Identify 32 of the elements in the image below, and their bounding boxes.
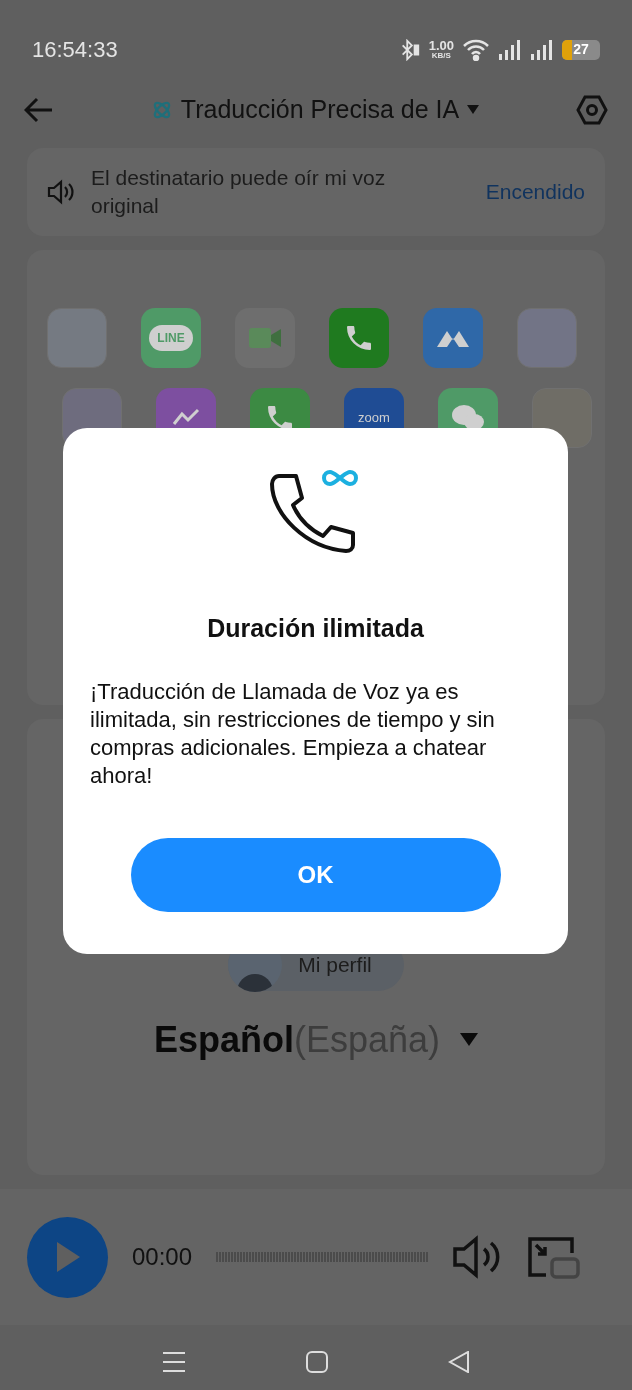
profile-label: Mi perfil	[298, 952, 372, 979]
language-name: Español	[153, 1019, 294, 1060]
app-icon-label: zoom	[358, 409, 390, 428]
voice-setting-value[interactable]: Encendido	[485, 176, 585, 208]
home-square-icon[interactable]	[306, 1350, 328, 1373]
dialog-title: Duración ilimitada	[207, 613, 424, 644]
status-time: 16:54:33	[32, 36, 118, 64]
app-icon[interactable]	[329, 308, 389, 368]
signal-icon	[498, 38, 522, 61]
playback-time: 00:00	[132, 1242, 193, 1272]
back-arrow-icon[interactable]	[24, 97, 54, 123]
network-speed-unit: KB/S	[431, 52, 451, 60]
voice-setting-label: El destinatario puede oír mi voz original	[91, 165, 387, 219]
header-title[interactable]: Traducción Precisa de IA	[180, 91, 460, 129]
network-speed: 1.00	[428, 39, 454, 52]
battery-level: 27	[573, 40, 589, 59]
ok-button[interactable]: OK	[130, 837, 501, 912]
signal-icon	[530, 38, 554, 61]
battery-fill	[562, 39, 572, 60]
app-icon-label: LINE	[149, 325, 193, 351]
app-icon[interactable]	[423, 308, 483, 368]
dialog-message: ¡Traducción de Llamada de Voz ya es ilimitada, sin restricciones de tiempo y sin compras adicionales. Empieza a chatear ahora!	[90, 677, 496, 790]
dropdown-caret-icon	[460, 1033, 479, 1047]
back-triangle-icon[interactable]	[448, 1350, 470, 1373]
voice-setting-card[interactable]: El destinatario puede oír mi voz original Encendido	[27, 148, 605, 236]
picture-in-picture-icon[interactable]	[526, 1235, 581, 1279]
dropdown-caret-icon[interactable]	[467, 105, 480, 115]
app-icon[interactable]: LINE	[141, 308, 201, 368]
wifi-icon	[462, 38, 490, 61]
speaker-icon	[47, 179, 75, 205]
menu-icon[interactable]	[162, 1350, 186, 1373]
settings-icon[interactable]	[576, 94, 608, 126]
